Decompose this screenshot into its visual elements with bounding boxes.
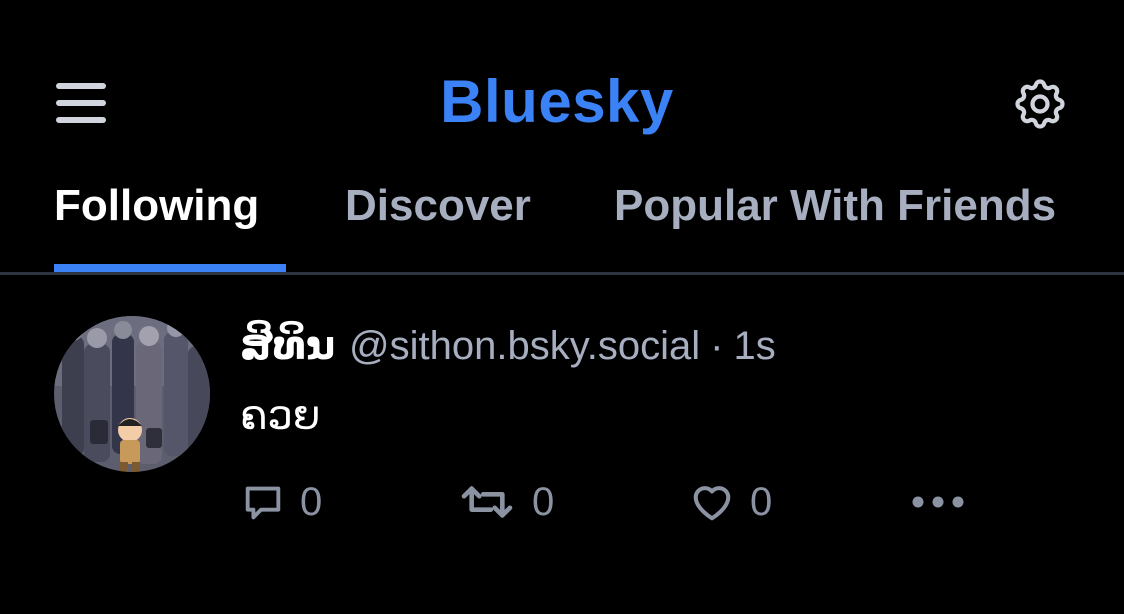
avatar-image: [54, 316, 210, 472]
settings-button[interactable]: [1010, 74, 1070, 134]
reply-button[interactable]: 0: [240, 474, 322, 530]
post-author-name[interactable]: ສິທິນ: [240, 324, 335, 368]
meta-separator: ·: [710, 324, 724, 368]
feed-tabs: Following Discover Popular With Friends: [0, 178, 1124, 274]
like-button[interactable]: 0: [688, 474, 772, 530]
post-text: ຄວຍ: [240, 394, 321, 438]
reply-count: 0: [300, 479, 323, 524]
app-title: Bluesky: [440, 68, 674, 135]
tab-following[interactable]: Following: [54, 178, 286, 274]
repost-icon: [461, 486, 513, 518]
tabs-divider: [0, 272, 1124, 275]
tab-label: Following: [54, 181, 260, 230]
active-tab-indicator: [54, 264, 286, 272]
post-author-handle[interactable]: @sithon.bsky.social: [349, 324, 700, 368]
tab-discover[interactable]: Discover: [345, 178, 531, 274]
post-header: ສິທິນ @sithon.bsky.social · 1s: [240, 318, 776, 374]
repost-count: 0: [532, 479, 555, 524]
tab-popular-with-friends[interactable]: Popular With Friends: [614, 178, 1056, 274]
reply-bubble-icon: [245, 486, 281, 520]
heart-icon: [693, 486, 731, 521]
avatar[interactable]: [54, 316, 210, 472]
more-options-button[interactable]: [908, 474, 968, 530]
post-timestamp[interactable]: 1s: [734, 324, 776, 368]
tab-label: Popular With Friends: [614, 181, 1057, 230]
gear-icon: [1015, 79, 1065, 129]
repost-button[interactable]: 0: [456, 474, 554, 530]
like-count: 0: [750, 479, 773, 524]
ellipsis-icon: [912, 496, 964, 508]
tab-label: Discover: [345, 181, 531, 230]
